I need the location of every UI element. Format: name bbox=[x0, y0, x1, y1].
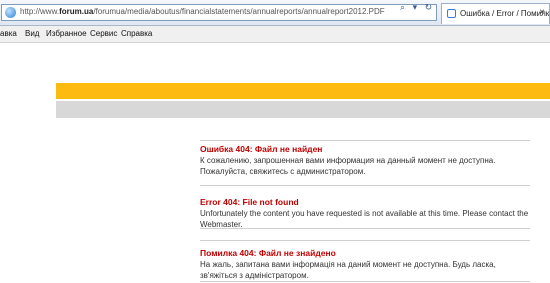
nav-banner bbox=[56, 101, 550, 118]
error-message-ru: Ошибка 404: Файл не найден К сожалению, … bbox=[200, 144, 530, 177]
error-title-uk: Помилка 404: Файл не знайдено bbox=[200, 248, 336, 258]
menu-item-view[interactable]: Вид bbox=[25, 29, 39, 38]
tab-close-icon[interactable]: × bbox=[539, 7, 545, 18]
menu-item-tools[interactable]: Сервис bbox=[90, 29, 117, 38]
tab-title: Ошибка / Error / Помилка bbox=[460, 9, 550, 18]
url-text: http://www.forum.ua/forumua/media/aboutu… bbox=[20, 7, 385, 16]
header-banner bbox=[56, 83, 550, 99]
dropdown-icon[interactable]: ▾ bbox=[413, 2, 418, 12]
menu-bar: авка Вид Избранное Сервис Справка bbox=[0, 26, 550, 43]
divider bbox=[200, 240, 530, 241]
url-input[interactable]: http://www.forum.ua/forumua/media/aboutu… bbox=[1, 4, 437, 21]
divider bbox=[200, 228, 530, 229]
error-message-en: Error 404: File not found Unfortunately … bbox=[200, 197, 530, 230]
menu-item-help[interactable]: Справка bbox=[121, 29, 152, 38]
error-title-ru: Ошибка 404: Файл не найден bbox=[200, 144, 323, 154]
error-body-uk: На жаль, запитана вами інформація на дан… bbox=[200, 260, 496, 280]
error-message-uk: Помилка 404: Файл не знайдено На жаль, з… bbox=[200, 248, 530, 281]
address-bar: http://www.forum.ua/forumua/media/aboutu… bbox=[0, 0, 550, 26]
browser-tab[interactable]: Ошибка / Error / Помилка × bbox=[441, 3, 550, 24]
refresh-icon[interactable]: ↻ bbox=[425, 2, 433, 12]
menu-item-favorites[interactable]: Избранное bbox=[46, 29, 87, 38]
ie-page-icon bbox=[5, 7, 16, 18]
error-body-en: Unfortunately the content you have reque… bbox=[200, 209, 529, 229]
divider bbox=[200, 140, 530, 141]
divider bbox=[200, 185, 530, 186]
divider bbox=[200, 281, 530, 282]
search-icon[interactable]: ⌕ bbox=[400, 2, 405, 12]
menu-item-edit[interactable]: авка bbox=[0, 29, 17, 38]
error-body-ru: К сожалению, запрошенная вами информация… bbox=[200, 156, 496, 176]
error-title-en: Error 404: File not found bbox=[200, 197, 299, 207]
tab-page-icon bbox=[447, 9, 456, 18]
